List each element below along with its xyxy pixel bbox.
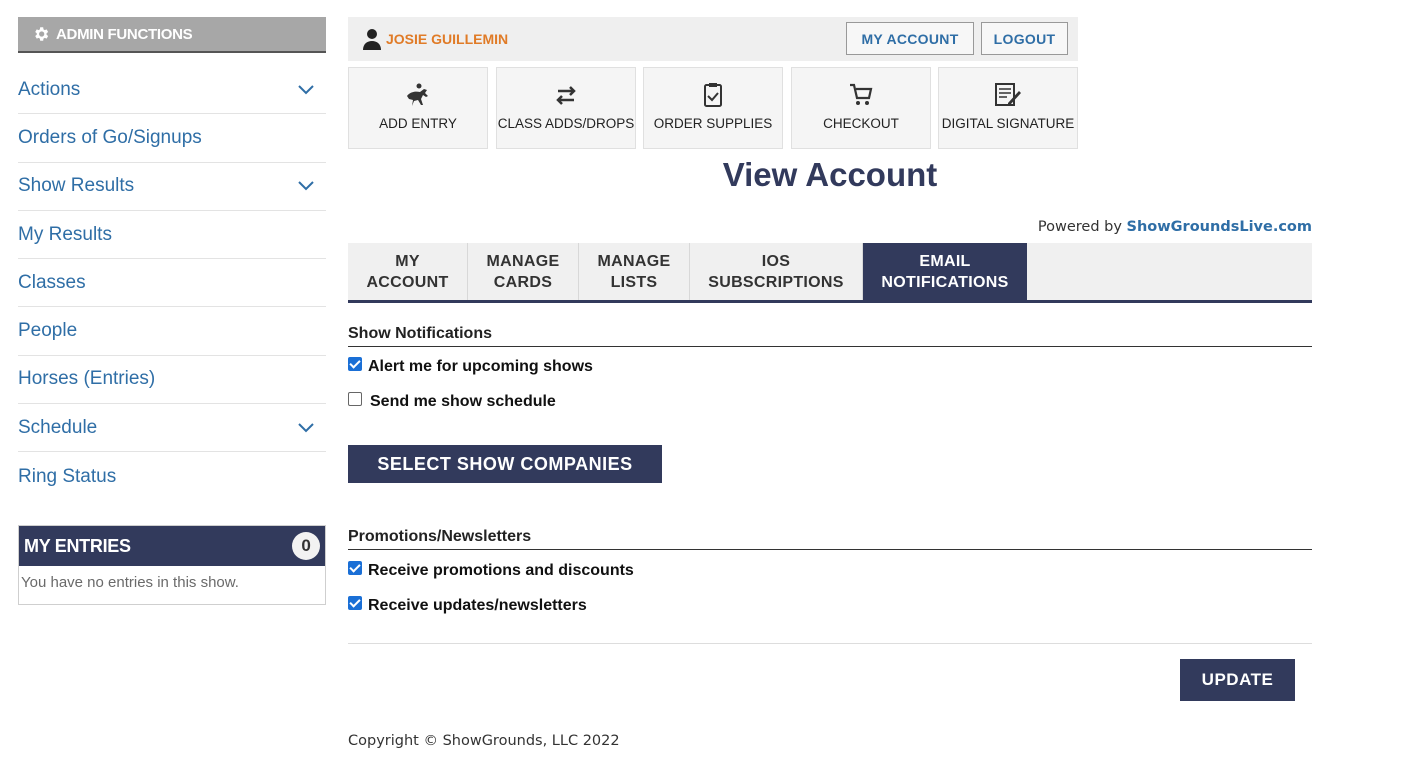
page-title: View Account xyxy=(722,156,938,193)
clipboard-check-icon xyxy=(704,83,722,107)
select-show-companies-button[interactable]: SELECT SHOW COMPANIES xyxy=(348,445,662,483)
admin-functions-header[interactable]: ADMIN FUNCTIONS xyxy=(18,17,326,53)
tab-line2: LISTS xyxy=(610,273,658,291)
powered-brand-link[interactable]: ShowGroundsLive.com xyxy=(1127,219,1312,235)
promotions-newsletters-title: Promotions/Newsletters xyxy=(348,528,1312,550)
logout-button[interactable]: LOGOUT xyxy=(981,22,1068,55)
sidebar-item-label: Horses (Entries) xyxy=(18,368,156,390)
sidebar-item-label: Classes xyxy=(18,271,86,293)
user-name[interactable]: JOSIE GUILLEMIN xyxy=(386,31,508,47)
copyright-text: Copyright © ShowGrounds, LLC 2022 xyxy=(348,733,620,749)
alert-upcoming-shows-option[interactable]: Alert me for upcoming shows xyxy=(348,357,593,376)
no-entries-message: You have no entries in this show. xyxy=(21,574,239,591)
sidebar-item-ring-status[interactable]: Ring Status xyxy=(18,452,326,500)
show-notifications-title: Show Notifications xyxy=(348,325,1312,347)
tab-email-notifications[interactable]: EMAIL NOTIFICATIONS xyxy=(863,243,1027,300)
sidebar-item-horses[interactable]: Horses (Entries) xyxy=(18,356,326,405)
tab-line1: IOS xyxy=(761,252,791,270)
my-entries-header: MY ENTRIES 0 xyxy=(19,526,325,566)
entries-count-badge: 0 xyxy=(292,532,320,560)
updates-newsletters-checkbox[interactable] xyxy=(348,596,362,610)
checkbox-label: Receive updates/newsletters xyxy=(368,597,587,614)
chevron-down-icon[interactable] xyxy=(298,423,314,433)
sidebar-item-my-results[interactable]: My Results xyxy=(18,211,326,260)
checkbox-label: Receive promotions and discounts xyxy=(368,562,634,579)
checkbox-label: Alert me for upcoming shows xyxy=(368,358,593,375)
tab-ios-subscriptions[interactable]: IOS SUBSCRIPTIONS xyxy=(690,243,863,300)
checkout-tile[interactable]: CHECKOUT xyxy=(791,67,931,149)
admin-functions-label: ADMIN FUNCTIONS xyxy=(56,25,193,43)
gear-icon xyxy=(35,27,49,41)
powered-prefix: Powered by xyxy=(1037,219,1122,235)
sidebar-item-label: Ring Status xyxy=(18,465,117,487)
tab-line2: CARDS xyxy=(493,273,553,291)
tile-label: ADD ENTRY xyxy=(379,116,457,131)
form-divider xyxy=(348,643,1312,644)
tile-label: ORDER SUPPLIES xyxy=(653,116,773,131)
swap-arrows-icon xyxy=(556,86,576,105)
user-bar: JOSIE GUILLEMIN MY ACCOUNT LOGOUT xyxy=(348,17,1078,61)
checkbox-label: Send me show schedule xyxy=(370,393,556,410)
tile-label: DIGITAL SIGNATURE xyxy=(941,116,1075,131)
sidebar-item-classes[interactable]: Classes xyxy=(18,259,326,308)
chevron-down-icon[interactable] xyxy=(298,84,314,95)
my-entries-title: MY ENTRIES xyxy=(24,535,131,556)
tab-line1: EMAIL xyxy=(919,252,971,270)
class-adds-drops-tile[interactable]: CLASS ADDS/DROPS xyxy=(496,67,636,149)
updates-newsletters-option[interactable]: Receive updates/newsletters xyxy=(348,596,587,615)
sidebar-item-label: Schedule xyxy=(18,416,98,438)
tab-line1: MANAGE xyxy=(486,252,560,270)
alert-upcoming-shows-checkbox[interactable] xyxy=(348,357,362,371)
horse-rider-icon xyxy=(407,83,428,106)
tab-manage-lists[interactable]: MANAGE LISTS xyxy=(579,243,690,300)
tab-line2: ACCOUNT xyxy=(366,273,449,291)
shopping-cart-icon xyxy=(850,83,873,105)
sidebar-item-label: People xyxy=(18,320,78,342)
sidebar-item-label: Actions xyxy=(18,78,81,100)
tab-line2: NOTIFICATIONS xyxy=(881,273,1009,291)
promotions-discounts-option[interactable]: Receive promotions and discounts xyxy=(348,561,634,580)
my-entries-panel: MY ENTRIES 0 You have no entries in this… xyxy=(18,525,326,605)
sidebar-item-orders-of-go[interactable]: Orders of Go/Signups xyxy=(18,114,326,163)
sidebar-item-schedule[interactable]: Schedule xyxy=(18,404,326,453)
signature-document-icon xyxy=(995,83,1021,106)
sidebar-item-label: Show Results xyxy=(18,175,135,197)
sidebar-item-label: Orders of Go/Signups xyxy=(18,126,202,148)
sidebar-item-label: My Results xyxy=(18,223,112,245)
my-account-button[interactable]: MY ACCOUNT xyxy=(846,22,974,55)
add-entry-tile[interactable]: ADD ENTRY xyxy=(348,67,488,149)
tab-line1: MY xyxy=(395,252,420,270)
promotions-discounts-checkbox[interactable] xyxy=(348,561,362,575)
account-tabs: MY ACCOUNT MANAGE CARDS MANAGE LISTS IOS SUB… xyxy=(348,243,1312,303)
user-icon xyxy=(363,29,381,50)
chevron-down-icon[interactable] xyxy=(298,181,314,191)
sidebar-item-people[interactable]: People xyxy=(18,307,326,356)
sidebar-item-show-results[interactable]: Show Results xyxy=(18,163,326,211)
tab-manage-cards[interactable]: MANAGE CARDS xyxy=(468,243,579,300)
tab-line2: SUBSCRIPTIONS xyxy=(708,273,844,291)
tab-my-account[interactable]: MY ACCOUNT xyxy=(348,243,468,300)
tab-line1: MANAGE xyxy=(597,252,671,270)
powered-by: Powered by ShowGroundsLive.com xyxy=(1038,219,1312,235)
tile-label: CHECKOUT xyxy=(823,116,899,131)
sidebar-item-actions[interactable]: Actions xyxy=(18,66,326,115)
send-show-schedule-option[interactable]: Send me show schedule xyxy=(348,392,556,411)
send-show-schedule-checkbox[interactable] xyxy=(348,392,362,406)
update-button[interactable]: UPDATE xyxy=(1180,659,1295,701)
sidebar-nav: Actions Orders of Go/Signups Show Result… xyxy=(18,66,326,501)
digital-signature-tile[interactable]: DIGITAL SIGNATURE xyxy=(938,67,1078,149)
tile-label: CLASS ADDS/DROPS xyxy=(497,116,635,131)
order-supplies-tile[interactable]: ORDER SUPPLIES xyxy=(643,67,783,149)
